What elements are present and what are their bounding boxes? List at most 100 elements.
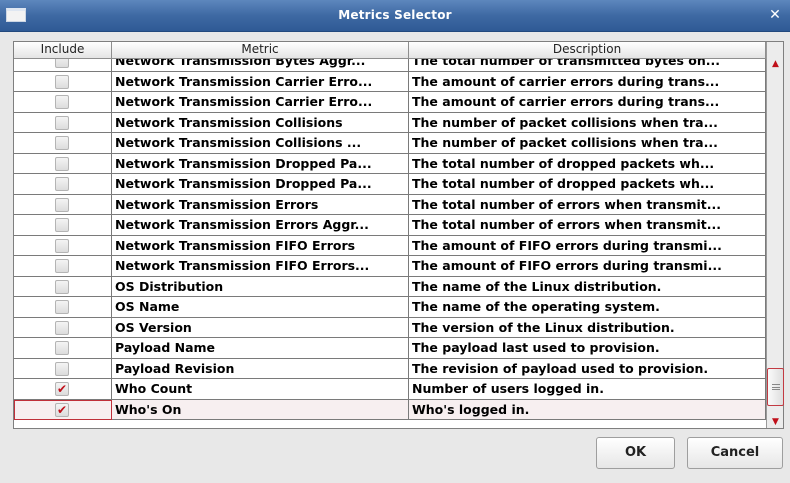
include-cell (14, 358, 112, 379)
include-cell (14, 71, 112, 92)
description-cell: The total number of errors when transmit… (409, 194, 766, 215)
table-row[interactable]: Network Transmission Carrier Erro... The … (14, 71, 766, 92)
include-checkbox[interactable] (55, 361, 69, 376)
description-cell: The revision of payload used to provisio… (409, 358, 766, 379)
table-row[interactable]: Network Transmission Carrier Erro... The … (14, 92, 766, 113)
include-checkbox[interactable] (55, 279, 69, 294)
description-cell: Who's logged in. (409, 399, 766, 420)
description-cell: Number of users logged in. (409, 379, 766, 399)
include-checkbox[interactable] (55, 259, 69, 273)
description-cell: The amount of FIFO errors during transmi… (409, 256, 766, 276)
table-row[interactable]: Payload Name The payload last used to pro… (14, 338, 766, 359)
metric-cell: Who's On (112, 399, 409, 420)
include-checkbox[interactable] (55, 136, 69, 150)
column-header-metric[interactable]: Metric (112, 42, 409, 59)
include-checkbox[interactable] (55, 95, 69, 109)
table-row[interactable]: Network Transmission FIFO Errors... The a… (14, 256, 766, 277)
table-row[interactable]: ✔ Who Count Number of users logged in. (14, 379, 766, 400)
table-header: Include Metric Description (14, 42, 766, 59)
include-checkbox[interactable] (55, 115, 69, 130)
table-row[interactable]: OS Version The version of the Linux distr… (14, 317, 766, 338)
metric-cell: Network Transmission Bytes Aggr... (112, 59, 409, 71)
description-cell: The name of the operating system. (409, 297, 766, 317)
ok-button[interactable]: OK (596, 437, 675, 469)
include-cell (14, 112, 112, 133)
include-cell (14, 317, 112, 338)
grip-icon (772, 384, 780, 390)
metric-cell: Network Transmission FIFO Errors (112, 235, 409, 256)
metric-cell: OS Distribution (112, 276, 409, 297)
include-cell (14, 297, 112, 317)
metric-cell: Network Transmission Collisions ... (112, 133, 409, 153)
description-cell: The number of packet collisions when tra… (409, 133, 766, 153)
table-row[interactable]: Network Transmission Bytes Aggr... The to… (14, 59, 766, 72)
table-row[interactable]: Network Transmission Errors Aggr... The t… (14, 215, 766, 236)
metric-cell: OS Name (112, 297, 409, 317)
table-row[interactable]: Network Transmission Collisions ... The n… (14, 133, 766, 154)
description-cell: The payload last used to provision. (409, 338, 766, 358)
table-row[interactable]: Payload Revision The revision of payload … (14, 358, 766, 379)
description-cell: The total number of dropped packets wh..… (409, 174, 766, 194)
scroll-thumb[interactable] (767, 368, 784, 406)
scroll-down-icon[interactable]: ▼ (767, 414, 784, 430)
include-cell (14, 194, 112, 215)
include-cell (14, 276, 112, 297)
close-icon[interactable]: ✕ (766, 6, 784, 24)
include-checkbox[interactable] (55, 59, 69, 68)
include-checkbox[interactable]: ✔ (55, 382, 69, 396)
include-checkbox[interactable] (55, 238, 69, 253)
table-row[interactable]: Network Transmission FIFO Errors The amou… (14, 235, 766, 256)
include-checkbox[interactable] (55, 74, 69, 89)
metric-cell: Payload Name (112, 338, 409, 358)
table-row[interactable]: Network Transmission Dropped Pa... The to… (14, 153, 766, 174)
description-cell: The total number of dropped packets wh..… (409, 153, 766, 174)
include-cell (14, 235, 112, 256)
table-row[interactable]: ✔ Who's On Who's logged in. (14, 399, 766, 420)
scroll-up-icon[interactable]: ▲ (767, 56, 784, 72)
include-cell (14, 59, 112, 71)
description-cell: The amount of FIFO errors during transmi… (409, 235, 766, 256)
include-cell (14, 215, 112, 235)
include-cell (14, 174, 112, 194)
include-checkbox[interactable] (55, 197, 69, 212)
title-bar[interactable]: Metrics Selector ✕ (0, 0, 790, 32)
window-title: Metrics Selector (338, 8, 452, 22)
description-cell: The amount of carrier errors during tran… (409, 71, 766, 92)
include-checkbox[interactable] (55, 156, 69, 171)
include-checkbox[interactable] (55, 218, 69, 232)
include-checkbox[interactable] (55, 320, 69, 335)
description-cell: The amount of carrier errors during tran… (409, 92, 766, 112)
metrics-table: Include Metric Description Network Trans… (13, 41, 784, 429)
include-cell (14, 338, 112, 358)
table-row[interactable]: OS Name The name of the operating system. (14, 297, 766, 318)
table-body: Network Transmission Bytes Aggr... The to… (14, 59, 766, 428)
metric-cell: Payload Revision (112, 358, 409, 379)
metric-cell: Network Transmission Dropped Pa... (112, 174, 409, 194)
vertical-scrollbar[interactable]: ▲ ▼ (766, 42, 784, 430)
metric-cell: Network Transmission FIFO Errors... (112, 256, 409, 276)
include-cell (14, 133, 112, 153)
metric-cell: Network Transmission Errors (112, 194, 409, 215)
include-cell (14, 256, 112, 276)
include-checkbox[interactable] (55, 341, 69, 355)
cancel-button[interactable]: Cancel (687, 437, 783, 469)
table-row[interactable]: Network Transmission Errors The total num… (14, 194, 766, 215)
table-row[interactable]: Network Transmission Dropped Pa... The to… (14, 174, 766, 195)
description-cell: The total number of transmitted bytes on… (409, 59, 766, 71)
metric-cell: Network Transmission Carrier Erro... (112, 92, 409, 112)
description-cell: The name of the Linux distribution. (409, 276, 766, 297)
description-cell: The number of packet collisions when tra… (409, 112, 766, 133)
table-row[interactable]: OS Distribution The name of the Linux dis… (14, 276, 766, 297)
include-checkbox[interactable]: ✔ (55, 402, 69, 417)
column-header-include[interactable]: Include (14, 42, 112, 59)
metrics-selector-dialog: Metrics Selector ✕ Include Metric Descri… (0, 0, 790, 483)
table-row[interactable]: Network Transmission Collisions The numbe… (14, 112, 766, 133)
include-cell (14, 153, 112, 174)
column-header-description[interactable]: Description (409, 42, 766, 59)
include-checkbox[interactable] (55, 177, 69, 191)
include-checkbox[interactable] (55, 300, 69, 314)
metric-cell: Network Transmission Collisions (112, 112, 409, 133)
include-cell (14, 92, 112, 112)
metric-cell: Network Transmission Carrier Erro... (112, 71, 409, 92)
metric-cell: Network Transmission Errors Aggr... (112, 215, 409, 235)
